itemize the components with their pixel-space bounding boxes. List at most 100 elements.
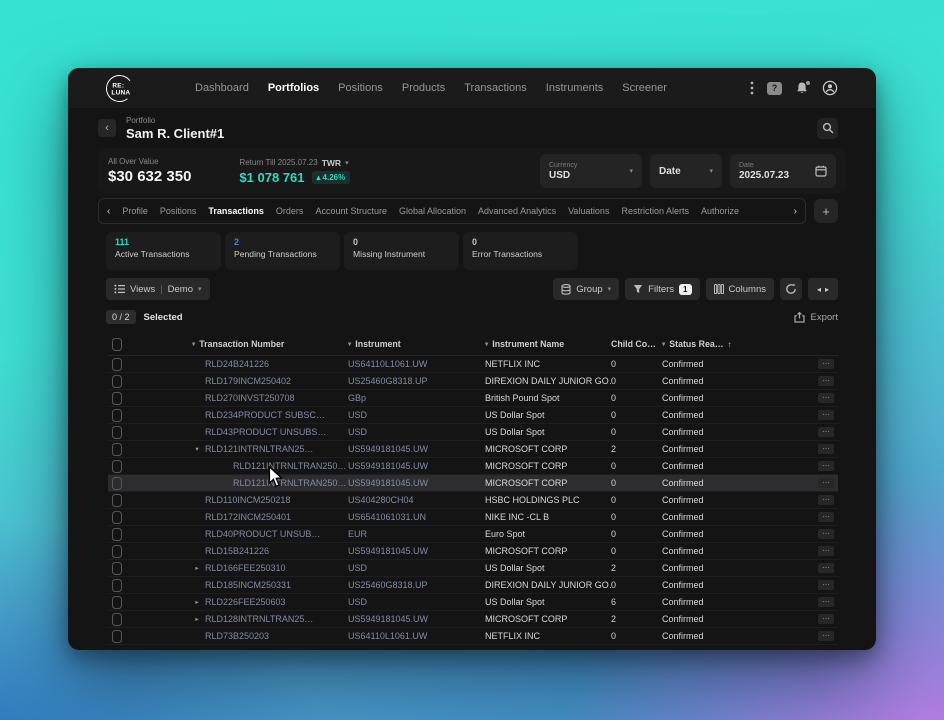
pager-right-icon[interactable]: ▸ xyxy=(825,285,829,294)
table-row[interactable]: ▸RLD226FEE250603USDUS Dollar Spot6Confir… xyxy=(108,594,838,611)
transaction-number[interactable]: RLD172INCM250401 xyxy=(205,512,291,522)
instrument-id[interactable]: USD xyxy=(348,410,367,420)
tabs-scroll-right-icon[interactable]: › xyxy=(794,206,797,217)
row-checkbox[interactable] xyxy=(112,358,122,371)
row-menu-button[interactable]: ⋯ xyxy=(818,614,834,624)
transaction-number[interactable]: RLD40PRODUCT UNSUB… xyxy=(205,529,320,539)
tab-transactions[interactable]: Transactions xyxy=(208,206,264,216)
instrument-id[interactable]: US5949181045.UW xyxy=(348,546,428,556)
table-row[interactable]: RLD121INTRNLTRAN250…US5949181045.UWMICRO… xyxy=(108,458,838,475)
table-row[interactable]: RLD43PRODUCT UNSUBS…USDUS Dollar Spot0Co… xyxy=(108,424,838,441)
row-menu-button[interactable]: ⋯ xyxy=(818,563,834,573)
instrument-id[interactable]: US64110L1061.UW xyxy=(348,631,427,641)
instrument-id[interactable]: USD xyxy=(348,427,367,437)
row-menu-button[interactable]: ⋯ xyxy=(818,631,834,641)
row-checkbox[interactable] xyxy=(112,562,122,575)
tab-account-structure[interactable]: Account Structure xyxy=(315,206,387,216)
row-checkbox[interactable] xyxy=(112,545,122,558)
nav-item-positions[interactable]: Positions xyxy=(338,82,383,94)
row-menu-button[interactable]: ⋯ xyxy=(818,580,834,590)
row-menu-button[interactable]: ⋯ xyxy=(818,410,834,420)
transaction-number[interactable]: RLD128INTRNLTRAN25… xyxy=(205,614,313,624)
table-row[interactable]: ▸RLD166FEE250310USDUS Dollar Spot2Confir… xyxy=(108,560,838,577)
chevron-down-icon[interactable]: ▾ xyxy=(345,159,349,167)
instrument-id[interactable]: GBp xyxy=(348,393,366,403)
transaction-number[interactable]: RLD179INCM250402 xyxy=(205,376,291,386)
row-checkbox[interactable] xyxy=(112,579,122,592)
row-menu-button[interactable]: ⋯ xyxy=(818,461,834,471)
instrument-id[interactable]: USD xyxy=(348,597,367,607)
instrument-id[interactable]: US5949181045.UW xyxy=(348,478,428,488)
row-checkbox[interactable] xyxy=(112,477,122,490)
column-header-child-co[interactable]: Child Co… xyxy=(611,339,656,349)
currency-select[interactable]: Currency USD ▾ xyxy=(540,154,642,188)
transaction-number[interactable]: RLD110INCM250218 xyxy=(205,495,290,505)
expand-row-icon[interactable]: ▸ xyxy=(192,598,202,606)
tab-valuations[interactable]: Valuations xyxy=(568,206,609,216)
transaction-number[interactable]: RLD185INCM250331 xyxy=(205,580,291,590)
transaction-number[interactable]: RLD121INTRNLTRAN250… xyxy=(233,461,346,471)
collapse-row-icon[interactable]: ▾ xyxy=(192,445,202,453)
help-icon[interactable]: ? xyxy=(767,82,782,95)
instrument-id[interactable]: USD xyxy=(348,563,367,573)
row-checkbox[interactable] xyxy=(112,460,122,473)
row-menu-button[interactable]: ⋯ xyxy=(818,478,834,488)
expand-row-icon[interactable]: ▸ xyxy=(192,615,202,623)
tab-advanced-analytics[interactable]: Advanced Analytics xyxy=(478,206,556,216)
row-menu-button[interactable]: ⋯ xyxy=(818,427,834,437)
table-row[interactable]: RLD234PRODUCT SUBSC…USDUS Dollar Spot0Co… xyxy=(108,407,838,424)
export-button[interactable]: Export xyxy=(794,312,838,323)
instrument-id[interactable]: US5949181045.UW xyxy=(348,461,428,471)
table-row[interactable]: RLD270INVST250708GBpBritish Pound Spot0C… xyxy=(108,390,838,407)
search-button[interactable] xyxy=(817,118,838,139)
row-checkbox[interactable] xyxy=(112,409,122,422)
table-row[interactable]: RLD185INCM250331US25460G8318.UPDIREXION … xyxy=(108,577,838,594)
nav-item-dashboard[interactable]: Dashboard xyxy=(195,82,249,94)
instrument-id[interactable]: US6541061031.UN xyxy=(348,512,426,522)
row-menu-button[interactable]: ⋯ xyxy=(818,393,834,403)
transaction-number[interactable]: RLD15B241226 xyxy=(205,546,269,556)
instrument-id[interactable]: EUR xyxy=(348,529,367,539)
group-button[interactable]: Group ▾ xyxy=(553,278,619,300)
row-checkbox[interactable] xyxy=(112,392,122,405)
row-checkbox[interactable] xyxy=(112,528,122,541)
table-row[interactable]: RLD121INTRNLTRAN250…US5949181045.UWMICRO… xyxy=(108,475,838,492)
transaction-number[interactable]: RLD121INTRNLTRAN25… xyxy=(205,444,313,454)
transaction-number[interactable]: RLD73B250203 xyxy=(205,631,269,641)
transaction-number[interactable]: RLD226FEE250603 xyxy=(205,597,286,607)
row-menu-button[interactable]: ⋯ xyxy=(818,444,834,454)
row-checkbox[interactable] xyxy=(112,630,122,643)
column-header-instrument[interactable]: ▾Instrument xyxy=(348,339,485,349)
transaction-number[interactable]: RLD166FEE250310 xyxy=(205,563,286,573)
tab-global-allocation[interactable]: Global Allocation xyxy=(399,206,466,216)
transaction-number[interactable]: RLD43PRODUCT UNSUBS… xyxy=(205,427,326,437)
summary-card-error-transactions[interactable]: 0Error Transactions xyxy=(463,232,578,270)
refresh-button[interactable] xyxy=(780,278,802,300)
column-header-status-rea[interactable]: ▾Status Rea…↑ xyxy=(656,339,751,349)
instrument-id[interactable]: US25460G8318.UP xyxy=(348,580,428,590)
row-menu-button[interactable]: ⋯ xyxy=(818,376,834,386)
tab-authorize[interactable]: Authorize xyxy=(701,206,739,216)
instrument-id[interactable]: US64110L1061.UW xyxy=(348,359,427,369)
tab-profile[interactable]: Profile xyxy=(122,206,148,216)
tab-restriction-alerts[interactable]: Restriction Alerts xyxy=(621,206,689,216)
nav-item-portfolios[interactable]: Portfolios xyxy=(268,82,319,94)
row-menu-button[interactable]: ⋯ xyxy=(818,495,834,505)
kebab-menu-icon[interactable] xyxy=(750,81,754,95)
row-menu-button[interactable]: ⋯ xyxy=(818,597,834,607)
row-menu-button[interactable]: ⋯ xyxy=(818,359,834,369)
tabs-scroll-left-icon[interactable]: ‹ xyxy=(107,206,110,217)
back-button[interactable]: ‹ xyxy=(98,119,116,137)
row-checkbox[interactable] xyxy=(112,375,122,388)
table-row[interactable]: RLD172INCM250401US6541061031.UNNIKE INC … xyxy=(108,509,838,526)
tab-orders[interactable]: Orders xyxy=(276,206,304,216)
row-checkbox[interactable] xyxy=(112,443,122,456)
account-avatar-icon[interactable] xyxy=(822,80,838,96)
notifications-bell-icon[interactable] xyxy=(795,81,809,95)
table-row[interactable]: RLD15B241226US5949181045.UWMICROSOFT COR… xyxy=(108,543,838,560)
tab-positions[interactable]: Positions xyxy=(160,206,197,216)
table-row[interactable]: ▾RLD121INTRNLTRAN25…US5949181045.UWMICRO… xyxy=(108,441,838,458)
summary-card-pending-transactions[interactable]: 2Pending Transactions xyxy=(225,232,340,270)
transaction-number[interactable]: RLD121INTRNLTRAN250… xyxy=(233,478,346,488)
nav-item-screener[interactable]: Screener xyxy=(622,82,667,94)
